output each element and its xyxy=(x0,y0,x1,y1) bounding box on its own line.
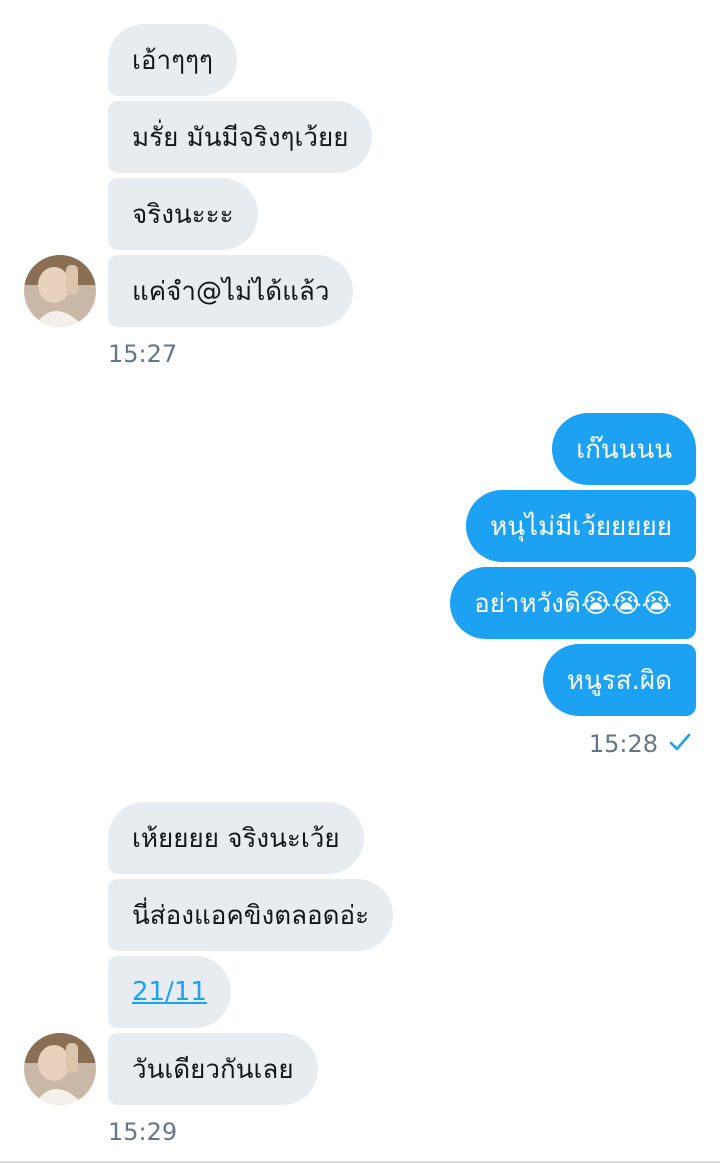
message-timestamp: 15:29 xyxy=(108,1118,178,1146)
outgoing-message[interactable]: หนูรส.ผิด xyxy=(542,644,696,716)
message-status: 15:28 xyxy=(589,730,692,758)
incoming-message[interactable]: มรั่ย มันมีจริงๆเว้ยย xyxy=(108,101,373,173)
sender-avatar[interactable] xyxy=(24,1033,96,1105)
incoming-message[interactable]: แค่จำ@ไม่ได้แล้ว xyxy=(108,255,354,327)
message-text: เก๊นนนน xyxy=(576,434,672,465)
checkmark-icon xyxy=(668,730,692,758)
incoming-message[interactable]: 21/11 xyxy=(108,956,231,1028)
outgoing-message[interactable]: อย่าหวังดิ😭😭😭 xyxy=(450,567,696,639)
message-text: นี่ส่องแอคขิงตลอดอ่ะ xyxy=(132,900,370,931)
message-text: วันเดียวกันเลย xyxy=(132,1054,294,1085)
avatar-photo-icon xyxy=(24,1033,96,1105)
message-text: เห้ยยยย จริงนะเว้ย xyxy=(132,823,340,854)
message-text: อย่าหวังดิ😭😭😭 xyxy=(474,588,672,619)
message-text: หนุไม่มีเว้ยยยยย xyxy=(490,511,672,542)
incoming-message[interactable]: เห้ยยยย จริงนะเว้ย xyxy=(108,802,364,874)
incoming-message[interactable]: จริงนะะะ xyxy=(108,178,258,250)
message-timestamp: 15:28 xyxy=(588,730,658,758)
avatar-photo-icon xyxy=(24,255,96,327)
date-link[interactable]: 21/11 xyxy=(132,977,207,1007)
incoming-message[interactable]: นี่ส่องแอคขิงตลอดอ่ะ xyxy=(108,879,394,951)
message-text: เอ้าๆๆๆ xyxy=(132,45,213,76)
incoming-message[interactable]: เอ้าๆๆๆ xyxy=(108,24,237,96)
outgoing-message[interactable]: หนุไม่มีเว้ยยยยย xyxy=(466,490,696,562)
message-timestamp: 15:27 xyxy=(108,340,178,368)
message-text: หนูรส.ผิด xyxy=(566,665,672,696)
sender-avatar[interactable] xyxy=(24,255,96,327)
message-text: จริงนะะะ xyxy=(132,199,234,230)
outgoing-message[interactable]: เก๊นนนน xyxy=(552,413,696,485)
incoming-message[interactable]: วันเดียวกันเลย xyxy=(108,1033,318,1105)
message-text: มรั่ย มันมีจริงๆเว้ยย xyxy=(132,122,349,153)
message-text: แค่จำ@ไม่ได้แล้ว xyxy=(132,276,330,307)
